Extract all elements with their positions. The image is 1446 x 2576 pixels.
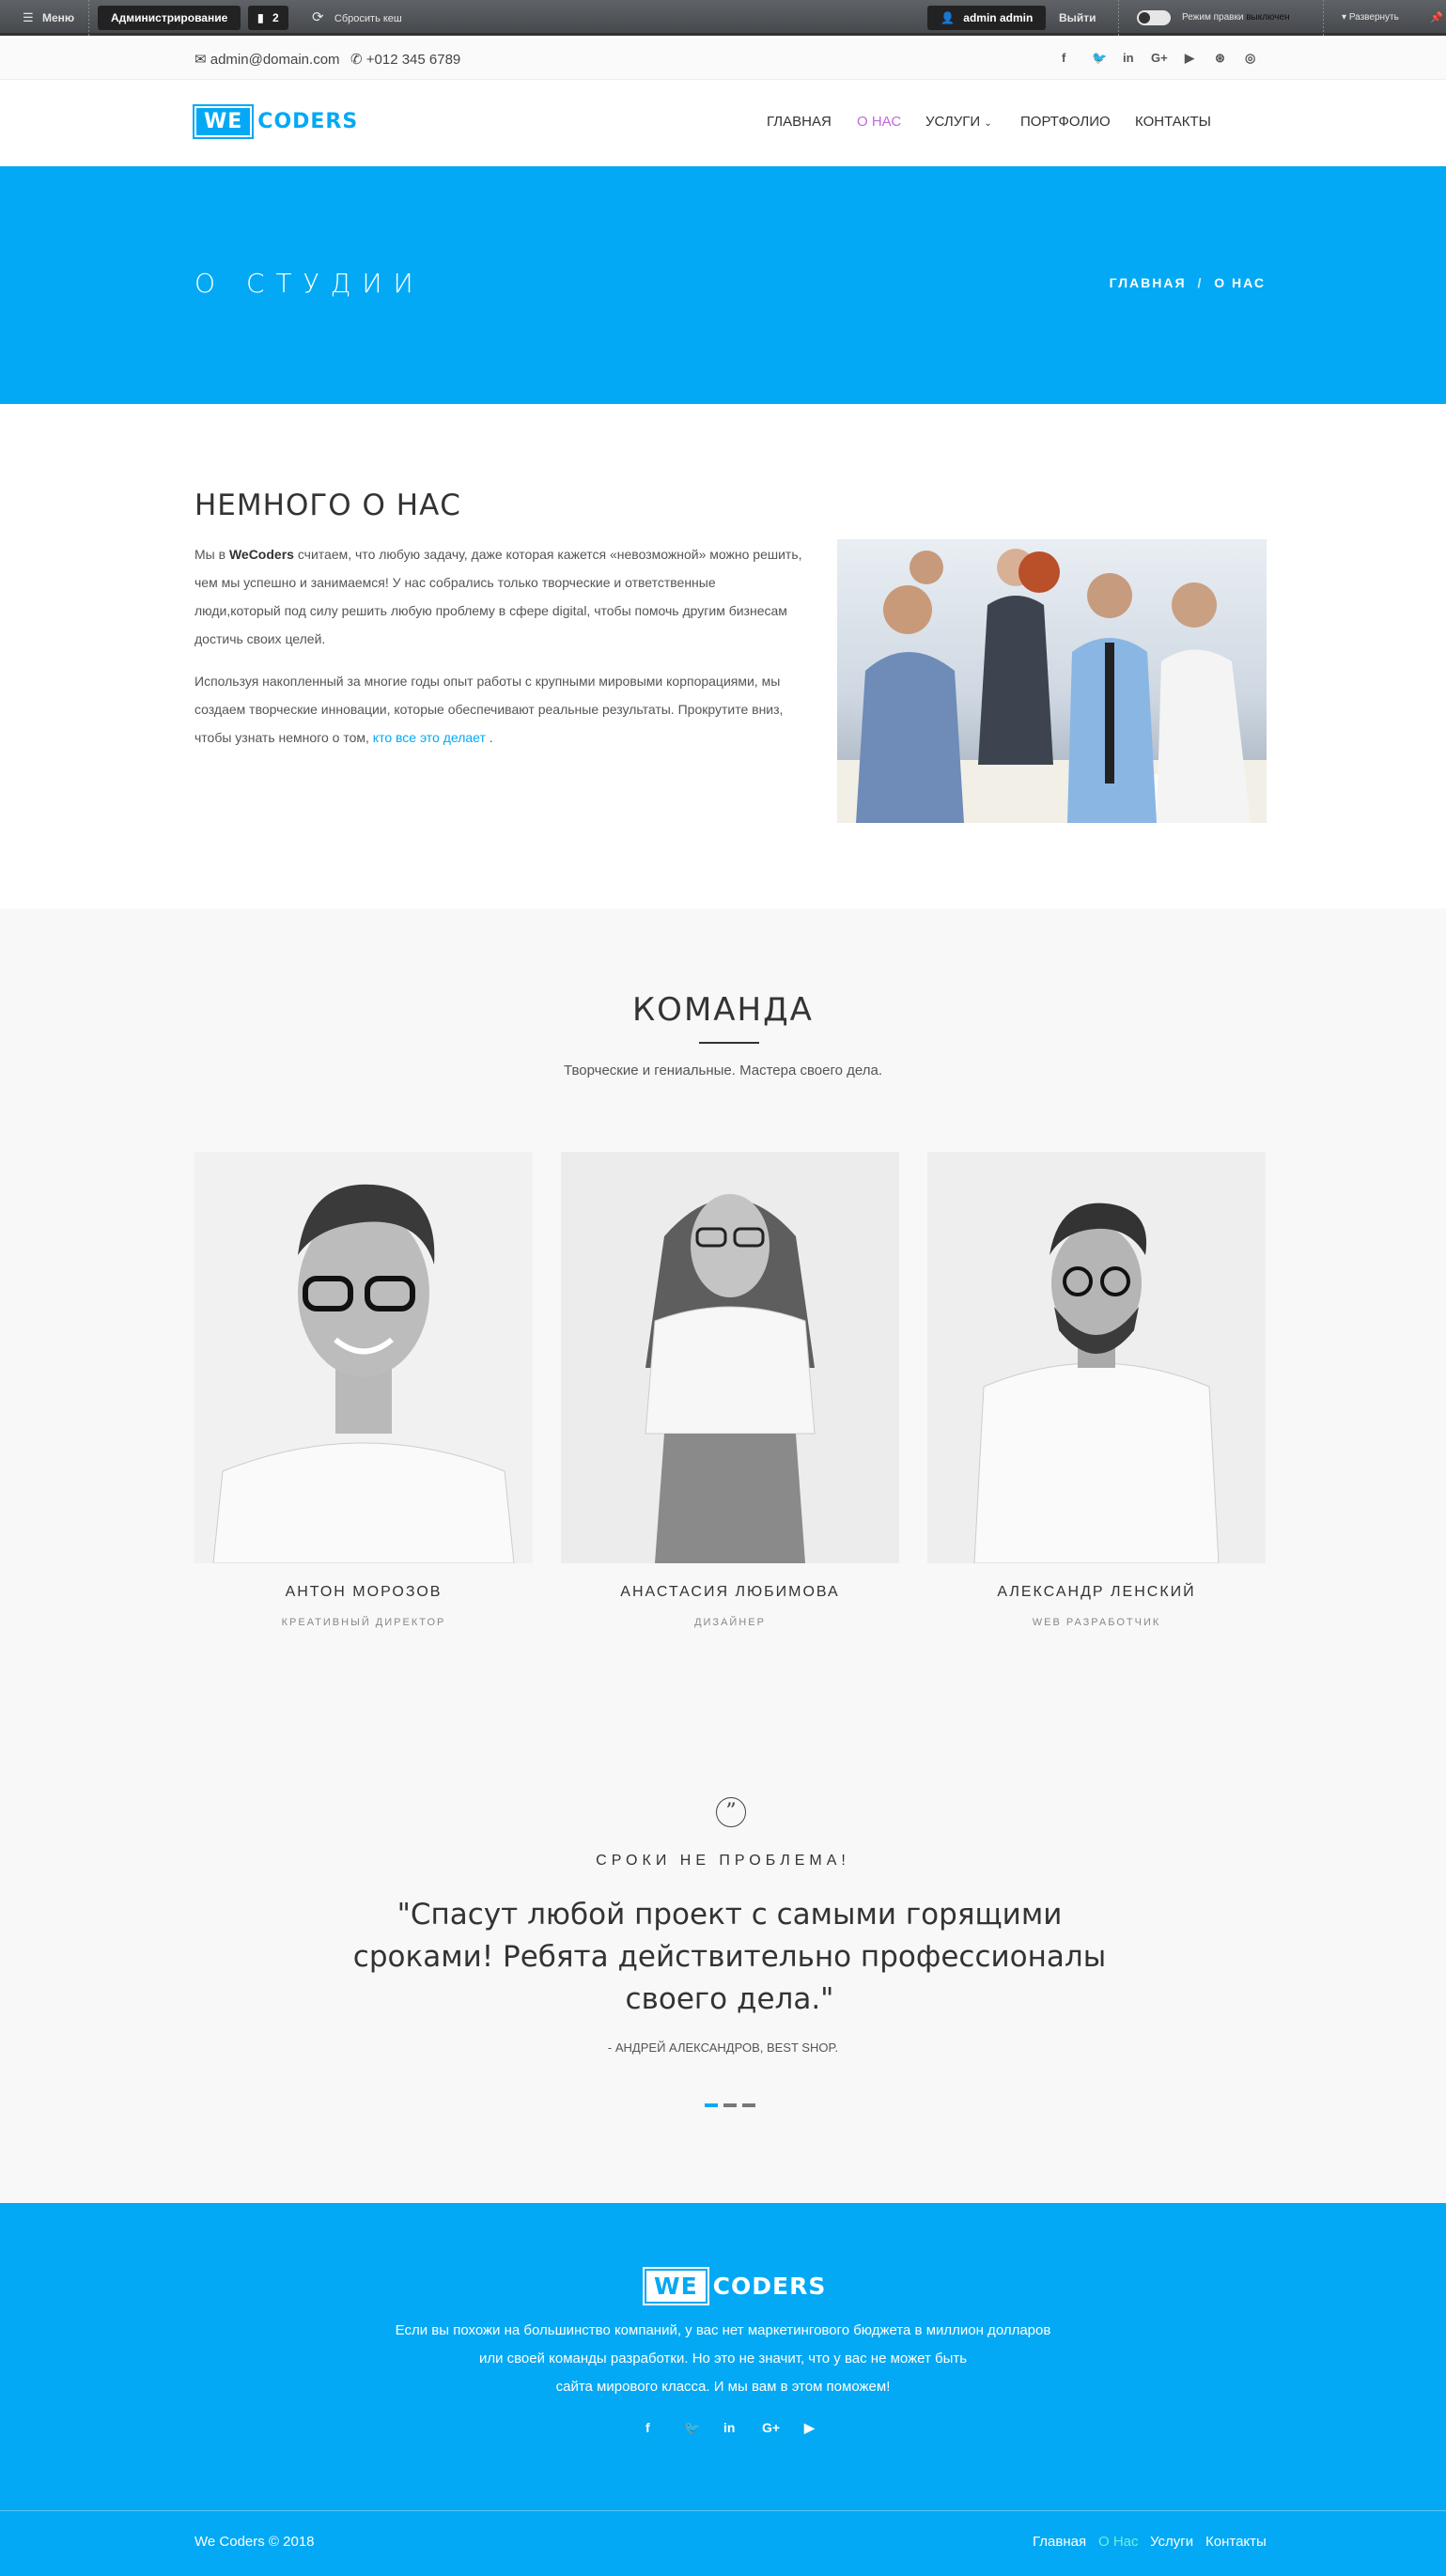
contact-bar: ✉ admin@domain.com ✆ +012 345 6789 f 🐦 i… — [0, 39, 1446, 80]
copyright: We Coders © 2018 — [194, 2534, 315, 2550]
twitter-icon[interactable]: 🐦 — [684, 2420, 700, 2436]
testimonial-heading: СРОКИ НЕ ПРОБЛЕМА! — [596, 1853, 850, 1869]
user-icon: 👤 — [941, 11, 955, 24]
google-plus-icon[interactable]: G+ — [1151, 51, 1168, 65]
phone-icon: ✆ — [350, 52, 363, 68]
facebook-icon[interactable]: f — [1062, 51, 1065, 65]
team-subtitle: Творческие и гениальные. Мастера своего … — [563, 1063, 882, 1079]
google-plus-icon[interactable]: G+ — [762, 2420, 780, 2435]
team-title: КОМАНДА — [632, 991, 814, 1029]
linkedin-icon[interactable]: in — [723, 2420, 735, 2435]
breadcrumb: ГЛАВНАЯ / О НАС — [1109, 275, 1266, 290]
notifications-button[interactable]: ▮ 2 — [248, 6, 288, 30]
breadcrumb-home[interactable]: ГЛАВНАЯ — [1110, 275, 1187, 290]
footer-logo[interactable]: WE CODERS — [643, 2267, 826, 2305]
nav-about[interactable]: О НАС — [857, 114, 901, 130]
main-navbar: WE CODERS ГЛАВНАЯ О НАС УСЛУГИ ⌄ ПОРТФОЛ… — [0, 80, 1446, 166]
member-name: АНАСТАСИЯ ЛЮБИМОВА — [620, 1584, 840, 1600]
email-contact[interactable]: ✉ admin@domain.com — [194, 51, 340, 68]
member-photo-anton — [194, 1152, 533, 1563]
youtube-icon[interactable]: ▶ — [804, 2420, 815, 2436]
testimonial-pagination — [705, 2103, 755, 2107]
administration-button[interactable]: Администрирование — [98, 6, 241, 30]
phone-contact[interactable]: ✆ +012 345 6789 — [350, 51, 460, 68]
team-meeting-photo — [837, 539, 1267, 823]
instagram-icon[interactable]: ◎ — [1245, 51, 1255, 66]
footer-link-services[interactable]: Услуги — [1150, 2534, 1193, 2550]
footer-text-line: сайта мирового класса. И мы вам в этом п… — [555, 2379, 891, 2395]
member-name: АЛЕКСАНДР ЛЕНСКИЙ — [997, 1584, 1196, 1600]
breadcrumb-current: О НАС — [1214, 275, 1266, 290]
youtube-icon[interactable]: ▶ — [1185, 51, 1194, 66]
chevron-down-icon: ▾ — [1342, 12, 1347, 23]
edit-mode-label: Режим правки выключен — [1182, 12, 1290, 23]
facebook-icon[interactable]: f — [645, 2420, 650, 2435]
nav-contacts[interactable]: КОНТАКТЫ — [1135, 114, 1211, 130]
logout-button[interactable]: Выйти — [1059, 6, 1096, 30]
about-title: НЕМНОГО О НАС — [194, 489, 461, 522]
page-title: О СТУДИИ — [194, 268, 425, 299]
slider-dot[interactable] — [723, 2103, 737, 2107]
admin-bar: ☰ Меню Администрирование ▮ 2 ⟳ Сбросить … — [0, 0, 1446, 36]
slider-dot[interactable] — [742, 2103, 755, 2107]
testimonial-quote: "Спасут любой проект с самыми горящими с… — [352, 1898, 1107, 2016]
footer-text-line: Если вы похожи на большинство компаний, … — [395, 2322, 1051, 2338]
envelope-icon: ✉ — [194, 52, 207, 68]
about-paragraph-1: Мы в WeCoders считаем, что любую задачу,… — [194, 547, 802, 646]
member-role: WEB РАЗРАБОТЧИК — [1032, 1617, 1161, 1628]
clear-cache-button[interactable]: ⟳ Сбросить кеш — [312, 6, 402, 30]
member-role: КРЕАТИВНЫЙ ДИРЕКТОР — [281, 1617, 446, 1628]
dribbble-icon[interactable]: ⊛ — [1215, 51, 1225, 66]
page-hero: О СТУДИИ ГЛАВНАЯ / О НАС — [0, 166, 1446, 404]
member-photo-alexander — [927, 1152, 1266, 1563]
nav-home[interactable]: ГЛАВНАЯ — [767, 114, 832, 130]
member-role: ДИЗАЙНЕР — [694, 1617, 766, 1628]
footer-divider — [0, 2510, 1446, 2511]
refresh-icon: ⟳ — [312, 9, 324, 25]
testimonial-author: - АНДРЕЙ АЛЕКСАНДРОВ, BEST SHOP. — [607, 2041, 839, 2055]
nav-services[interactable]: УСЛУГИ ⌄ — [925, 114, 992, 130]
footer: WE CODERS Если вы похожи на большинство … — [0, 2203, 1446, 2576]
chevron-down-icon: ⌄ — [984, 118, 992, 129]
who-does-it-link[interactable]: кто все это делает — [373, 730, 486, 745]
expand-button[interactable]: ▾ Развернуть — [1342, 6, 1399, 30]
bookmark-icon: ▮ — [257, 11, 264, 24]
footer-link-home[interactable]: Главная — [1033, 2534, 1086, 2550]
linkedin-icon[interactable]: in — [1123, 51, 1134, 65]
hamburger-icon: ☰ — [23, 10, 34, 24]
title-divider — [699, 1042, 759, 1044]
footer-text-line: или своей команды разработки. Но это не … — [478, 2351, 968, 2367]
quote-icon: ” — [716, 1797, 746, 1827]
edit-mode-toggle[interactable] — [1137, 10, 1171, 25]
member-name: АНТОН МОРОЗОВ — [285, 1584, 443, 1600]
footer-link-contacts[interactable]: Контакты — [1205, 2534, 1267, 2550]
menu-button[interactable]: ☰ Меню — [23, 6, 74, 30]
slider-dot[interactable] — [705, 2103, 718, 2107]
footer-link-about[interactable]: О Нас — [1098, 2534, 1139, 2550]
twitter-icon[interactable]: 🐦 — [1092, 51, 1107, 66]
nav-portfolio[interactable]: ПОРТФОЛИО — [1020, 114, 1111, 130]
pin-icon[interactable]: 📌 — [1430, 6, 1443, 30]
logo[interactable]: WE CODERS — [192, 104, 358, 139]
about-paragraph-2: Используя накопленный за многие годы опы… — [194, 674, 784, 745]
member-photo-anastasia — [561, 1152, 899, 1563]
user-button[interactable]: 👤 admin admin — [927, 6, 1047, 30]
